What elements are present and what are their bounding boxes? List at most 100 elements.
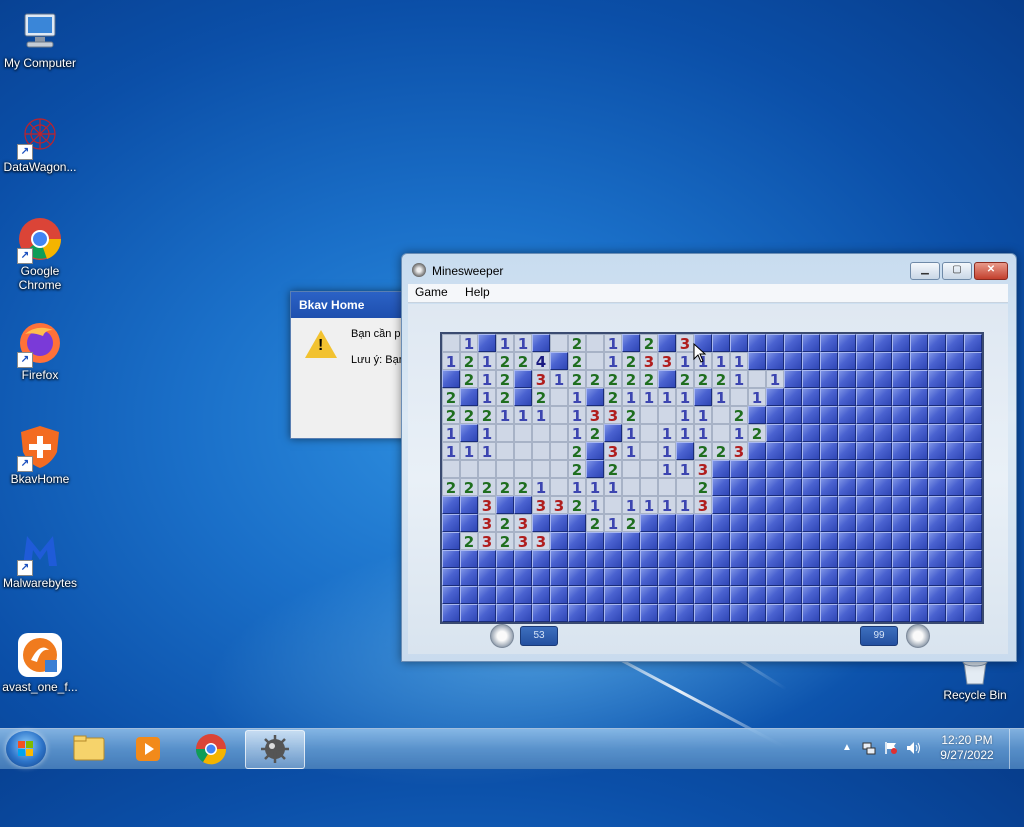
number-cell[interactable]: 1 bbox=[604, 478, 622, 497]
number-cell[interactable]: 1 bbox=[550, 370, 568, 389]
covered-cell[interactable] bbox=[892, 352, 910, 370]
covered-cell[interactable] bbox=[676, 550, 694, 568]
desktop-icon-firefox[interactable]: ↗ Firefox bbox=[0, 320, 80, 382]
number-cell[interactable]: 2 bbox=[442, 478, 460, 497]
covered-cell[interactable] bbox=[838, 604, 856, 622]
number-cell[interactable]: 2 bbox=[712, 442, 730, 461]
covered-cell[interactable] bbox=[766, 334, 784, 352]
covered-cell[interactable] bbox=[874, 334, 892, 352]
number-cell[interactable]: 1 bbox=[568, 478, 586, 497]
covered-cell[interactable] bbox=[460, 586, 478, 604]
covered-cell[interactable] bbox=[604, 604, 622, 622]
covered-cell[interactable] bbox=[658, 568, 676, 586]
covered-cell[interactable] bbox=[946, 532, 964, 550]
number-cell[interactable]: 2 bbox=[460, 532, 478, 551]
number-cell[interactable]: 1 bbox=[766, 370, 784, 389]
number-cell[interactable]: 2 bbox=[442, 406, 460, 425]
covered-cell[interactable] bbox=[928, 496, 946, 514]
covered-cell[interactable] bbox=[514, 568, 532, 586]
covered-cell[interactable] bbox=[784, 568, 802, 586]
covered-cell[interactable] bbox=[604, 532, 622, 550]
empty-cell[interactable] bbox=[712, 406, 730, 424]
covered-cell[interactable] bbox=[964, 532, 982, 550]
covered-cell[interactable] bbox=[640, 514, 658, 532]
covered-cell[interactable] bbox=[460, 388, 478, 406]
covered-cell[interactable] bbox=[622, 568, 640, 586]
covered-cell[interactable] bbox=[820, 442, 838, 460]
number-cell[interactable]: 1 bbox=[730, 352, 748, 371]
show-desktop-button[interactable] bbox=[1009, 729, 1024, 769]
empty-cell[interactable] bbox=[712, 424, 730, 442]
covered-cell[interactable] bbox=[946, 550, 964, 568]
covered-cell[interactable] bbox=[856, 352, 874, 370]
covered-cell[interactable] bbox=[766, 496, 784, 514]
number-cell[interactable]: 3 bbox=[694, 496, 712, 515]
number-cell[interactable]: 1 bbox=[622, 424, 640, 443]
menu-help[interactable]: Help bbox=[458, 284, 497, 300]
number-cell[interactable]: 2 bbox=[586, 424, 604, 443]
covered-cell[interactable] bbox=[820, 604, 838, 622]
covered-cell[interactable] bbox=[712, 478, 730, 496]
number-cell[interactable]: 2 bbox=[496, 370, 514, 389]
covered-cell[interactable] bbox=[748, 550, 766, 568]
covered-cell[interactable] bbox=[874, 532, 892, 550]
covered-cell[interactable] bbox=[964, 352, 982, 370]
taskbar-media-player[interactable] bbox=[120, 730, 178, 767]
number-cell[interactable]: 1 bbox=[460, 334, 478, 353]
number-cell[interactable]: 1 bbox=[586, 478, 604, 497]
covered-cell[interactable] bbox=[928, 406, 946, 424]
covered-cell[interactable] bbox=[928, 370, 946, 388]
empty-cell[interactable] bbox=[730, 388, 748, 406]
covered-cell[interactable] bbox=[910, 550, 928, 568]
covered-cell[interactable] bbox=[766, 514, 784, 532]
covered-cell[interactable] bbox=[838, 586, 856, 604]
covered-cell[interactable] bbox=[928, 388, 946, 406]
empty-cell[interactable] bbox=[514, 460, 532, 478]
number-cell[interactable]: 2 bbox=[568, 460, 586, 479]
minimize-button[interactable]: ▁ bbox=[910, 262, 940, 280]
number-cell[interactable]: 3 bbox=[658, 352, 676, 371]
covered-cell[interactable] bbox=[910, 532, 928, 550]
number-cell[interactable]: 1 bbox=[748, 388, 766, 407]
number-cell[interactable]: 2 bbox=[496, 352, 514, 371]
covered-cell[interactable] bbox=[820, 550, 838, 568]
covered-cell[interactable] bbox=[928, 478, 946, 496]
number-cell[interactable]: 3 bbox=[532, 370, 550, 389]
number-cell[interactable]: 3 bbox=[550, 496, 568, 515]
empty-cell[interactable] bbox=[748, 370, 766, 388]
covered-cell[interactable] bbox=[640, 586, 658, 604]
empty-cell[interactable] bbox=[496, 442, 514, 460]
volume-icon[interactable] bbox=[906, 741, 922, 755]
covered-cell[interactable] bbox=[568, 514, 586, 532]
covered-cell[interactable] bbox=[892, 442, 910, 460]
empty-cell[interactable] bbox=[640, 442, 658, 460]
show-hidden-icons-icon[interactable]: ▲ bbox=[842, 742, 852, 753]
covered-cell[interactable] bbox=[964, 370, 982, 388]
covered-cell[interactable] bbox=[748, 352, 766, 370]
covered-cell[interactable] bbox=[946, 514, 964, 532]
covered-cell[interactable] bbox=[658, 550, 676, 568]
covered-cell[interactable] bbox=[568, 604, 586, 622]
covered-cell[interactable] bbox=[442, 532, 460, 550]
number-cell[interactable]: 2 bbox=[460, 406, 478, 425]
number-cell[interactable]: 2 bbox=[568, 370, 586, 389]
covered-cell[interactable] bbox=[946, 370, 964, 388]
covered-cell[interactable] bbox=[838, 496, 856, 514]
covered-cell[interactable] bbox=[802, 460, 820, 478]
covered-cell[interactable] bbox=[784, 352, 802, 370]
empty-cell[interactable] bbox=[604, 496, 622, 514]
number-cell[interactable]: 3 bbox=[532, 496, 550, 515]
covered-cell[interactable] bbox=[658, 370, 676, 388]
covered-cell[interactable] bbox=[964, 388, 982, 406]
number-cell[interactable]: 2 bbox=[622, 352, 640, 371]
empty-cell[interactable] bbox=[658, 478, 676, 496]
covered-cell[interactable] bbox=[892, 568, 910, 586]
covered-cell[interactable] bbox=[820, 586, 838, 604]
covered-cell[interactable] bbox=[820, 352, 838, 370]
covered-cell[interactable] bbox=[910, 478, 928, 496]
number-cell[interactable]: 2 bbox=[586, 370, 604, 389]
covered-cell[interactable] bbox=[928, 442, 946, 460]
number-cell[interactable]: 3 bbox=[604, 442, 622, 461]
covered-cell[interactable] bbox=[640, 568, 658, 586]
number-cell[interactable]: 1 bbox=[622, 496, 640, 515]
